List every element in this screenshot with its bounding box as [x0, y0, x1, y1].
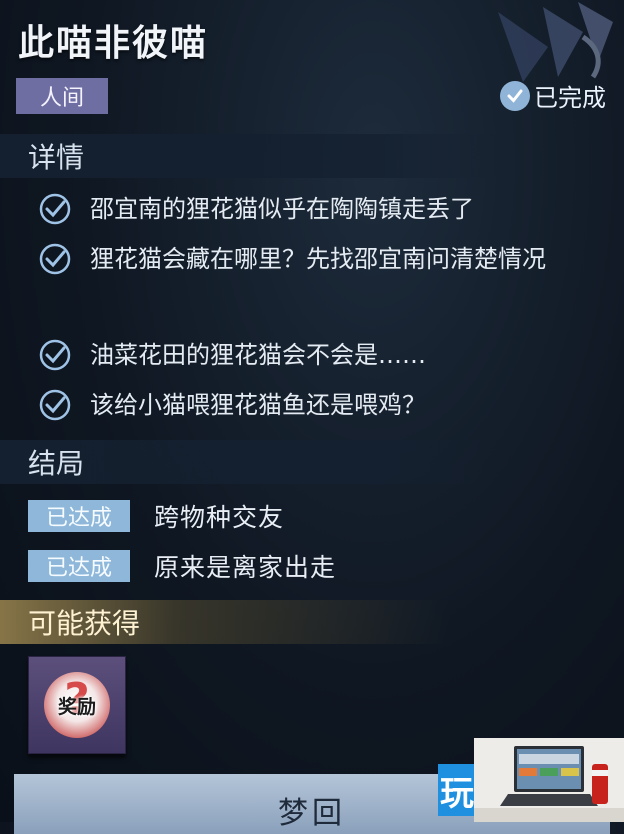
objective-text: 邵宜南的狸花猫似乎在陶陶镇走丢了 [90, 195, 474, 223]
check-circle-icon [500, 80, 530, 111]
laptop-can-image [474, 738, 624, 822]
rewards-heading: 可能获得 [0, 600, 500, 644]
check-circle-icon [39, 193, 71, 225]
objective-text: 狸花猫会藏在哪里？先找邵宜南问清楚情况 [90, 245, 546, 273]
reward-label: 奖励 [57, 695, 96, 718]
objective-text: 该给小猫喂狸花猫鱼还是喂鸡？ [90, 391, 426, 419]
mystery-reward-icon: ? 奖励 [44, 672, 110, 738]
achieved-badge: 已达成 [28, 550, 130, 582]
ending-text: 原来是离家出走 [154, 553, 337, 582]
ending-item: 已达成 原来是离家出走 [28, 548, 336, 584]
ending-heading: 结局 [0, 440, 500, 484]
objective-text: 油菜花田的狸花猫会不会是…… [90, 341, 426, 369]
check-circle-icon [39, 339, 71, 371]
watermark-logo: 玩 [438, 764, 476, 816]
quest-status: 已完成 [500, 78, 606, 113]
ending-text: 跨物种交友 [154, 503, 285, 532]
reward-item-card[interactable]: ? 奖励 [28, 656, 126, 754]
quest-title: 此喵非彼喵 [18, 23, 209, 64]
objective-item: 该给小猫喂狸花猫鱼还是喂鸡？ [38, 389, 618, 426]
details-heading: 详情 [0, 134, 500, 178]
status-text: 已完成 [534, 84, 606, 112]
watermark: 玩 [438, 738, 624, 822]
check-circle-icon [39, 243, 71, 275]
objective-item: 油菜花田的狸花猫会不会是…… [38, 339, 618, 376]
watermark-photo [474, 738, 624, 822]
objective-item: 狸花猫会藏在哪里？先找邵宜南问清楚情况 [38, 243, 618, 280]
category-tag: 人间 [16, 78, 108, 114]
objective-item: 邵宜南的狸花猫似乎在陶陶镇走丢了 [38, 193, 618, 230]
achieved-badge: 已达成 [28, 500, 130, 532]
decorative-emblem-icon [498, 2, 613, 82]
check-circle-icon [39, 389, 71, 421]
ending-item: 已达成 跨物种交友 [28, 498, 284, 534]
